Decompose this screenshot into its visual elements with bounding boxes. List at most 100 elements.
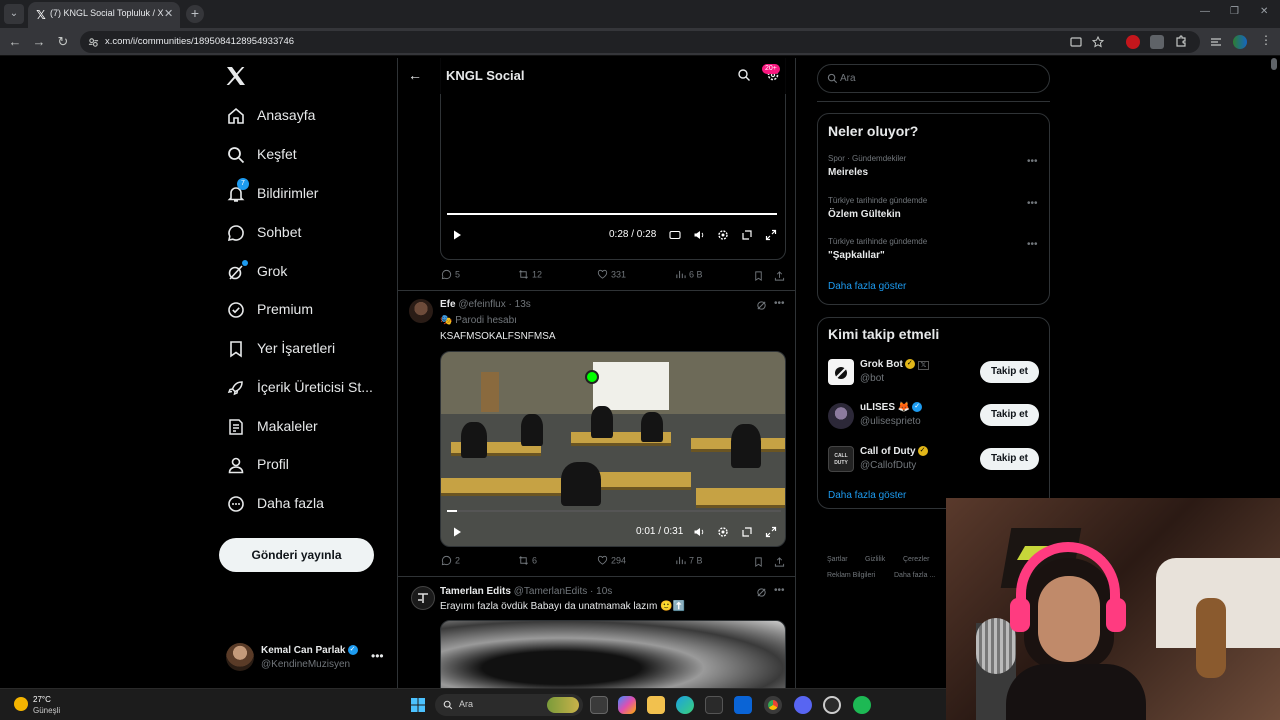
scrollbar-thumb[interactable] xyxy=(1271,58,1277,70)
footer-terms[interactable]: Şartlar xyxy=(827,556,848,563)
back-icon[interactable]: ← xyxy=(7,34,23,50)
views-button[interactable]: 7 B xyxy=(675,555,703,569)
play-icon[interactable] xyxy=(451,526,463,538)
tab-search-button[interactable]: ⌄ xyxy=(4,4,24,24)
like-button[interactable]: 294 xyxy=(597,555,626,569)
nav-home[interactable]: Anasayfa xyxy=(218,98,388,134)
site-info-icon[interactable] xyxy=(88,37,99,48)
more-horizontal-icon[interactable]: ••• xyxy=(1027,198,1038,209)
video-progress-bar[interactable] xyxy=(447,213,777,215)
post-button[interactable]: Gönderi yayınla xyxy=(219,538,374,572)
nav-notifications[interactable]: 7 Bildirimler xyxy=(218,176,388,212)
forward-icon[interactable]: → xyxy=(31,34,47,50)
more-horizontal-icon[interactable]: ••• xyxy=(371,649,384,663)
picture-in-picture-icon[interactable] xyxy=(741,526,753,538)
weather-temp[interactable]: 27°C xyxy=(33,695,51,704)
restore-icon[interactable]: ❐ xyxy=(1230,6,1239,17)
reply-button[interactable]: 5 xyxy=(441,269,460,283)
more-horizontal-icon[interactable]: ••• xyxy=(774,298,785,309)
more-horizontal-icon[interactable]: ••• xyxy=(774,585,785,596)
author-handle[interactable]: @TamerlanEdits xyxy=(514,586,588,597)
profile-avatar-icon[interactable] xyxy=(1233,35,1247,49)
more-horizontal-icon[interactable]: ••• xyxy=(1027,239,1038,250)
search-icon[interactable] xyxy=(737,68,751,82)
video-player[interactable]: 0:01 / 0:31 xyxy=(440,351,786,547)
taskbar-search[interactable]: Ara xyxy=(435,694,583,716)
store-icon[interactable] xyxy=(705,696,723,714)
follow-suggestion[interactable]: uLISES 🦊 ✓ @ulisesprieto Takip et xyxy=(818,399,1049,433)
volume-icon[interactable] xyxy=(693,526,705,538)
repost-button[interactable]: 12 xyxy=(518,269,542,283)
play-icon[interactable] xyxy=(451,229,463,241)
grok-analyze-icon[interactable] xyxy=(756,587,767,598)
mail-icon[interactable] xyxy=(734,696,752,714)
browser-menu-icon[interactable]: ⋮ xyxy=(1260,33,1272,47)
search-bar[interactable]: Ara xyxy=(817,64,1050,93)
follow-button[interactable]: Takip et xyxy=(980,404,1039,426)
picture-in-picture-icon[interactable] xyxy=(741,229,753,241)
edge-icon[interactable] xyxy=(676,696,694,714)
follow-button[interactable]: Takip et xyxy=(980,361,1039,383)
fullscreen-icon[interactable] xyxy=(765,526,777,538)
bookmark-icon[interactable] xyxy=(753,555,764,569)
bookmark-icon[interactable] xyxy=(753,269,764,283)
extensions-puzzle-icon[interactable] xyxy=(1174,35,1188,49)
author-name[interactable]: Tamerlan Edits xyxy=(440,586,511,597)
fullscreen-icon[interactable] xyxy=(765,229,777,241)
extension-script-icon[interactable] xyxy=(1150,35,1164,49)
footer-cookies[interactable]: Çerezler xyxy=(903,556,929,563)
weather-desc[interactable]: Güneşli xyxy=(33,706,60,715)
settings-icon[interactable] xyxy=(717,229,729,241)
nav-profile[interactable]: Profil xyxy=(218,447,388,483)
footer-ads-info[interactable]: Reklam Bilgileri xyxy=(827,572,875,579)
spotify-icon[interactable] xyxy=(853,696,871,714)
nav-grok[interactable]: Grok xyxy=(218,254,388,290)
nav-chat[interactable]: Sohbet xyxy=(218,215,388,251)
trend-item[interactable]: Türkiye tarihinde gündemde "Şapkalılar" … xyxy=(818,235,1049,273)
nav-creator-studio[interactable]: İçerik Üreticisi St... xyxy=(218,370,388,406)
post-image[interactable] xyxy=(440,620,786,688)
grok-analyze-icon[interactable] xyxy=(756,300,767,311)
share-icon[interactable] xyxy=(774,555,785,569)
trend-item[interactable]: Türkiye tarihinde gündemde Özlem Gülteki… xyxy=(818,194,1049,232)
reply-button[interactable]: 2 xyxy=(441,555,460,569)
nav-more[interactable]: Daha fazla xyxy=(218,486,388,522)
reload-icon[interactable]: ↻ xyxy=(55,34,71,50)
volume-icon[interactable] xyxy=(693,229,705,241)
settings-icon[interactable] xyxy=(717,526,729,538)
more-horizontal-icon[interactable]: ••• xyxy=(1027,156,1038,167)
discord-icon[interactable] xyxy=(794,696,812,714)
copilot-icon[interactable] xyxy=(618,696,636,714)
minimize-icon[interactable]: — xyxy=(1200,6,1210,17)
close-window-icon[interactable]: ✕ xyxy=(1260,6,1268,17)
browser-tab[interactable]: 𝕏 (7) KNGL Social Topluluk / X ✕ xyxy=(28,2,180,28)
task-view-icon[interactable] xyxy=(590,696,608,714)
bookmark-star-icon[interactable] xyxy=(1092,36,1104,48)
nav-articles[interactable]: Makaleler xyxy=(218,409,388,445)
wtf-show-more[interactable]: Daha fazla göster xyxy=(828,490,906,501)
new-tab-button[interactable]: + xyxy=(186,5,204,23)
post-time[interactable]: · 13s xyxy=(509,299,531,310)
footer-privacy[interactable]: Gizlilik xyxy=(865,556,885,563)
tab-close-icon[interactable]: ✕ xyxy=(164,7,173,20)
repost-button[interactable]: 6 xyxy=(518,555,537,569)
views-button[interactable]: 6 B xyxy=(675,269,703,283)
obs-icon[interactable] xyxy=(823,696,841,714)
like-button[interactable]: 331 xyxy=(597,269,626,283)
cast-icon[interactable] xyxy=(1070,36,1082,48)
back-arrow-icon[interactable]: ← xyxy=(408,67,422,83)
post-time[interactable]: · 10s xyxy=(590,586,612,597)
video-progress-bar[interactable] xyxy=(447,510,781,512)
nav-bookmarks[interactable]: Yer İşaretleri xyxy=(218,331,388,367)
share-icon[interactable] xyxy=(774,269,785,283)
follow-suggestion[interactable]: CALL DUTY Call of Duty ✓ @CallofDuty Takip… xyxy=(818,443,1049,477)
address-bar[interactable]: x.com/i/communities/1895084128954933746 xyxy=(80,31,1200,53)
author-name[interactable]: Efe xyxy=(440,299,456,310)
footer-more[interactable]: Daha fazla ... xyxy=(894,572,935,579)
nav-premium[interactable]: Premium xyxy=(218,292,388,328)
weather-sun-icon[interactable] xyxy=(14,697,28,711)
x-logo-icon[interactable] xyxy=(224,64,248,88)
reading-list-icon[interactable] xyxy=(1209,35,1223,49)
trends-show-more[interactable]: Daha fazla göster xyxy=(828,281,906,292)
trend-item[interactable]: Spor · Gündemdekiler Meireles ••• xyxy=(818,152,1049,190)
